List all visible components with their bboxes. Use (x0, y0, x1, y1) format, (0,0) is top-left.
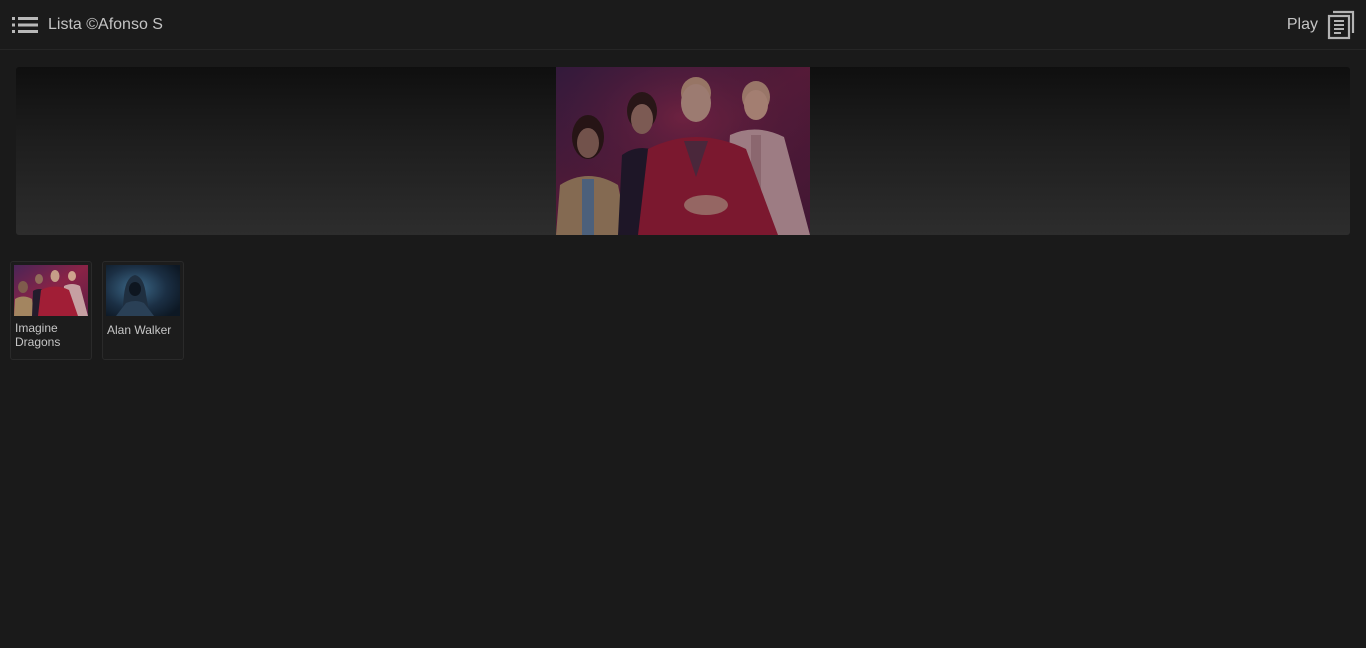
band-photo (556, 67, 810, 235)
top-bar: Lista ©Afonso S Play (0, 0, 1366, 50)
list-menu-icon (12, 17, 38, 33)
artist-card-alan-walker[interactable]: Alan Walker (102, 261, 184, 360)
artist-name: Imagine Dragons (15, 321, 61, 349)
band-photo (14, 265, 88, 316)
hooded-figure-photo (106, 265, 180, 316)
artist-name: Alan Walker (107, 323, 172, 337)
playlist-document-icon (1327, 10, 1355, 40)
artist-card-imagine-dragons[interactable]: Imagine Dragons (10, 261, 92, 360)
menu-button[interactable] (10, 13, 40, 37)
app-title: Lista ©Afonso S (48, 16, 163, 33)
featured-banner (16, 67, 1350, 235)
playlist-button[interactable] (1326, 9, 1356, 41)
play-button[interactable]: Play (1287, 15, 1318, 35)
